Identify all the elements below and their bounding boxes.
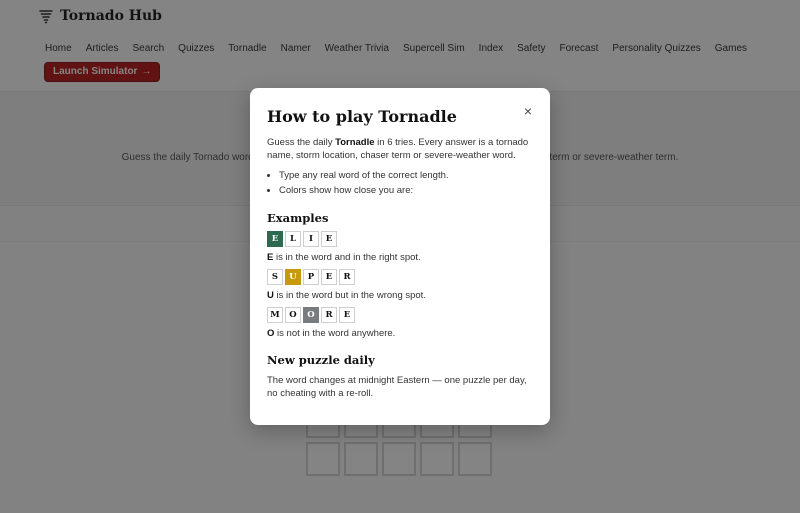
rule-item: Type any real word of the correct length… [279, 168, 533, 183]
daily-description: The word changes at midnight Eastern — o… [267, 375, 527, 399]
example-tile: O [285, 307, 301, 323]
how-to-play-dialog: How to play Tornadle × Guess the daily T… [250, 88, 550, 425]
example-tile: M [267, 307, 283, 323]
example-tile: R [339, 269, 355, 285]
example-description: U is in the word but in the wrong spot. [267, 289, 533, 302]
example-word-row: MOORE [267, 307, 533, 323]
close-icon[interactable]: × [520, 103, 536, 119]
examples-heading: Examples [267, 211, 329, 225]
example-tile-correct: E [267, 231, 283, 247]
example-tile: E [339, 307, 355, 323]
example-tile: S [267, 269, 283, 285]
example-tile: L [285, 231, 301, 247]
example-tile: P [303, 269, 319, 285]
example-tile-absent: O [303, 307, 319, 323]
examples-list: ELIEE is in the word and in the right sp… [267, 231, 533, 340]
example-tile-present: U [285, 269, 301, 285]
intro-prefix: Guess the daily [267, 137, 336, 148]
example-tile: E [321, 269, 337, 285]
daily-heading: New puzzle daily [267, 353, 375, 367]
example-word-row: SUPER [267, 269, 533, 285]
example-tile: R [321, 307, 337, 323]
example-tile: E [321, 231, 337, 247]
example-description: E is in the word and in the right spot. [267, 251, 533, 264]
rules-list: Type any real word of the correct length… [279, 168, 533, 198]
example-description: O is not in the word anywhere. [267, 327, 533, 340]
example-description-text: is not in the word anywhere. [274, 328, 396, 339]
example-word-row: ELIE [267, 231, 533, 247]
example-description-text: is in the word and in the right spot. [273, 252, 421, 263]
rule-item: Colors show how close you are: [279, 183, 533, 198]
example-key-letter: U [267, 290, 274, 301]
dialog-title: How to play Tornadle [267, 107, 457, 126]
intro-text: Guess the daily Tornadle in 6 tries. Eve… [267, 136, 533, 162]
example-tile: I [303, 231, 319, 247]
intro-game-name: Tornadle [335, 137, 375, 148]
example-description-text: is in the word but in the wrong spot. [273, 290, 426, 301]
